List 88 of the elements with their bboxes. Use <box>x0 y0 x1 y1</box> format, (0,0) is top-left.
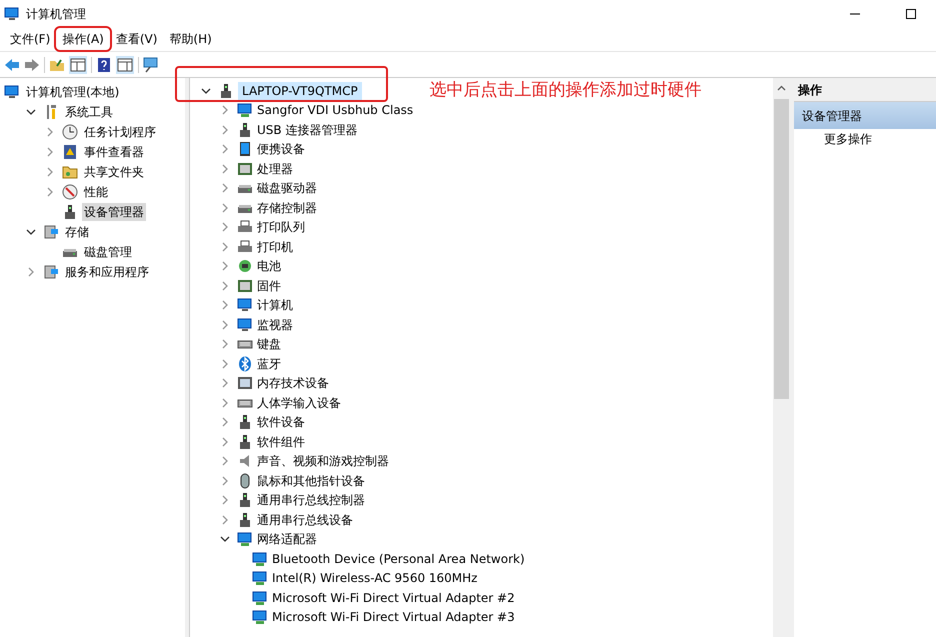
usb-plug-icon <box>237 414 253 430</box>
menu-item[interactable]: 文件(F) <box>4 28 56 50</box>
device-category[interactable]: 软件设备 <box>257 413 305 432</box>
network-icon <box>252 570 268 586</box>
battery-icon <box>237 258 253 274</box>
bluetooth-icon <box>237 356 253 372</box>
tree-item[interactable]: 性能 <box>82 183 110 201</box>
device-category[interactable]: 打印机 <box>257 238 293 256</box>
network-icon <box>252 590 268 606</box>
network-icon <box>237 102 253 118</box>
device-category[interactable]: 通用串行总线设备 <box>257 510 353 529</box>
monitor-icon <box>4 84 20 100</box>
device-category[interactable]: 存储控制器 <box>257 198 317 217</box>
scrollbar-thumb[interactable] <box>774 99 789 399</box>
tree-item[interactable]: 存储 <box>63 223 91 241</box>
network-icon <box>252 609 268 626</box>
panel-toggle-icon[interactable] <box>69 56 87 74</box>
tree-item[interactable]: 任务计划程序 <box>82 123 158 141</box>
monitor-icon <box>237 297 253 314</box>
storage-icon <box>43 224 59 240</box>
monitor-search-icon[interactable] <box>143 56 159 72</box>
usb-plug-icon <box>237 492 253 508</box>
window-title: 计算机管理 <box>26 6 86 22</box>
menu-item[interactable]: 操作(A) <box>56 28 110 50</box>
network-icon <box>237 531 253 548</box>
usb-plug-icon <box>237 434 253 450</box>
device-category[interactable]: 便携设备 <box>257 140 305 158</box>
device-category[interactable]: 磁盘驱动器 <box>257 179 317 198</box>
tablet-icon <box>237 141 253 158</box>
annotation-text: 选中后点击上面的操作添加过时硬件 <box>430 79 702 102</box>
computer-node[interactable]: LAPTOP-VT9QTMCP <box>238 82 362 100</box>
book-icon <box>62 144 78 160</box>
device-category[interactable]: 软件组件 <box>257 432 305 451</box>
printer-icon <box>237 238 253 255</box>
device-icon <box>62 204 78 220</box>
monitor-icon <box>4 6 20 22</box>
scroll-up-icon[interactable] <box>777 84 786 93</box>
usb-plug-icon <box>237 512 253 528</box>
device-category[interactable]: 蓝牙 <box>257 354 281 373</box>
help-icon[interactable] <box>96 56 112 72</box>
device-category[interactable]: 监视器 <box>257 316 293 334</box>
device-category[interactable]: USB 连接器管理器 <box>257 120 358 139</box>
actions-section[interactable]: 设备管理器 <box>794 102 936 129</box>
device-category[interactable]: 打印队列 <box>257 218 305 236</box>
clock-icon <box>62 124 78 140</box>
tree-item[interactable]: 共享文件夹 <box>82 163 146 181</box>
device-category[interactable]: 固件 <box>257 276 281 295</box>
chip-icon <box>237 278 253 294</box>
device-item[interactable]: Intel(R) Wireless-AC 9560 160MHz <box>272 569 478 588</box>
tree-item[interactable]: 设备管理器 <box>82 203 146 221</box>
device-item[interactable]: Bluetooth Device (Personal Area Network) <box>272 550 525 568</box>
server-icon <box>43 264 59 280</box>
action-link[interactable]: 更多操作 <box>794 129 936 149</box>
menu-item[interactable]: 帮助(H) <box>163 28 218 50</box>
tree-item[interactable]: 计算机管理(本地) <box>24 83 122 101</box>
maximize-icon[interactable] <box>906 8 916 18</box>
tree-item[interactable]: 系统工具 <box>63 103 115 121</box>
tree-item[interactable]: 磁盘管理 <box>82 243 134 261</box>
folder-icon <box>62 164 78 180</box>
folder-up-icon[interactable] <box>49 56 65 72</box>
device-category[interactable]: 网络适配器 <box>257 530 317 548</box>
tree-item[interactable]: 事件查看器 <box>82 143 146 161</box>
forward-arrow-icon[interactable] <box>24 56 40 72</box>
gauge-icon <box>62 184 78 200</box>
scrollbar[interactable] <box>773 78 790 637</box>
device-category[interactable]: 电池 <box>257 257 281 276</box>
menu-item[interactable]: 查看(V) <box>110 28 164 50</box>
device-item[interactable]: Microsoft Wi-Fi Direct Virtual Adapter #3 <box>272 608 515 626</box>
back-arrow-icon[interactable] <box>4 56 20 72</box>
actions-header: 操作 <box>794 78 936 102</box>
device-category[interactable]: 鼠标和其他指针设备 <box>257 472 365 490</box>
device-category[interactable]: 声音、视频和游戏控制器 <box>257 452 389 470</box>
device-icon <box>218 82 234 99</box>
device-category[interactable]: 计算机 <box>257 296 293 314</box>
device-category[interactable]: 人体学输入设备 <box>257 394 341 412</box>
memory-icon <box>237 375 253 392</box>
panel-toggle-icon[interactable] <box>116 56 134 74</box>
device-item[interactable]: Microsoft Wi-Fi Direct Virtual Adapter #2 <box>272 588 515 607</box>
tree-item[interactable]: 服务和应用程序 <box>63 263 151 281</box>
device-category[interactable]: 通用串行总线控制器 <box>257 491 365 510</box>
network-icon <box>252 550 268 567</box>
device-category[interactable]: 内存技术设备 <box>257 374 329 392</box>
chip-icon <box>237 160 253 177</box>
device-category[interactable]: 键盘 <box>257 335 281 354</box>
usb-plug-icon <box>237 122 253 138</box>
monitor-icon <box>237 316 253 333</box>
device-category[interactable]: Sangfor VDI Usbhub Class <box>257 101 414 120</box>
device-category[interactable]: 处理器 <box>257 160 293 178</box>
